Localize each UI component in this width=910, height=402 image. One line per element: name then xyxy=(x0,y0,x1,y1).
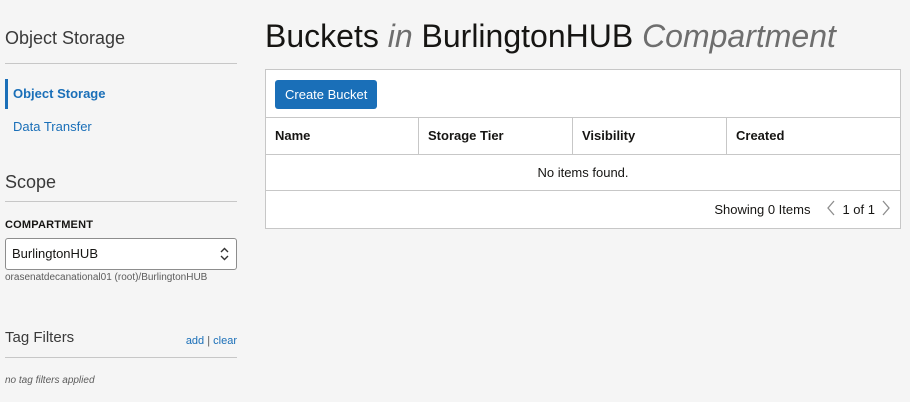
table-header: Name Storage Tier Visibility Created xyxy=(266,117,900,155)
tag-link-separator: | xyxy=(207,335,211,347)
chevron-up-down-icon xyxy=(220,239,229,269)
page-title-compartment: Compartment xyxy=(642,18,836,54)
divider xyxy=(5,63,237,64)
empty-table-message: No items found. xyxy=(266,155,900,191)
tag-filter-links: add | clear xyxy=(186,335,237,347)
compartment-path: orasenatdecanational01 (root)/Burlington… xyxy=(5,272,208,283)
chevron-right-icon[interactable] xyxy=(881,191,891,229)
page-title-buckets: Buckets xyxy=(265,18,379,54)
sidebar-item-object-storage[interactable]: Object Storage xyxy=(5,79,105,109)
page-title-in: in xyxy=(387,18,413,54)
no-tags-text: no tag filters applied xyxy=(5,375,95,386)
divider xyxy=(5,357,237,358)
create-bucket-button[interactable]: Create Bucket xyxy=(275,80,378,109)
buckets-panel: Create Bucket Name Storage Tier Visibili… xyxy=(265,69,901,229)
column-header-name[interactable]: Name xyxy=(266,118,419,154)
pagination: 1 of 1 xyxy=(826,191,891,229)
column-header-storage-tier[interactable]: Storage Tier xyxy=(419,118,573,154)
page-indicator: 1 of 1 xyxy=(842,202,875,217)
column-header-created[interactable]: Created xyxy=(727,118,900,154)
tag-filters-heading: Tag Filters xyxy=(5,329,75,346)
chevron-left-icon[interactable] xyxy=(826,191,836,229)
page-title: Buckets in BurlingtonHUB Compartment xyxy=(265,18,836,55)
column-header-visibility[interactable]: Visibility xyxy=(573,118,727,154)
sidebar: Object Storage Object Storage Data Trans… xyxy=(0,0,237,402)
page-title-compartment-name: BurlingtonHUB xyxy=(421,18,634,54)
compartment-select[interactable]: BurlingtonHUB xyxy=(5,238,237,270)
compartment-label: COMPARTMENT xyxy=(5,219,94,231)
divider xyxy=(5,201,237,202)
sidebar-heading: Object Storage xyxy=(5,28,126,48)
table-footer: Showing 0 Items 1 of 1 xyxy=(714,191,891,229)
tag-add-link[interactable]: add xyxy=(186,335,204,347)
scope-heading: Scope xyxy=(5,172,57,192)
showing-count: Showing 0 Items xyxy=(714,202,811,217)
compartment-select-value: BurlingtonHUB xyxy=(12,246,98,261)
sidebar-item-data-transfer[interactable]: Data Transfer xyxy=(5,119,92,134)
tag-clear-link[interactable]: clear xyxy=(213,335,237,347)
